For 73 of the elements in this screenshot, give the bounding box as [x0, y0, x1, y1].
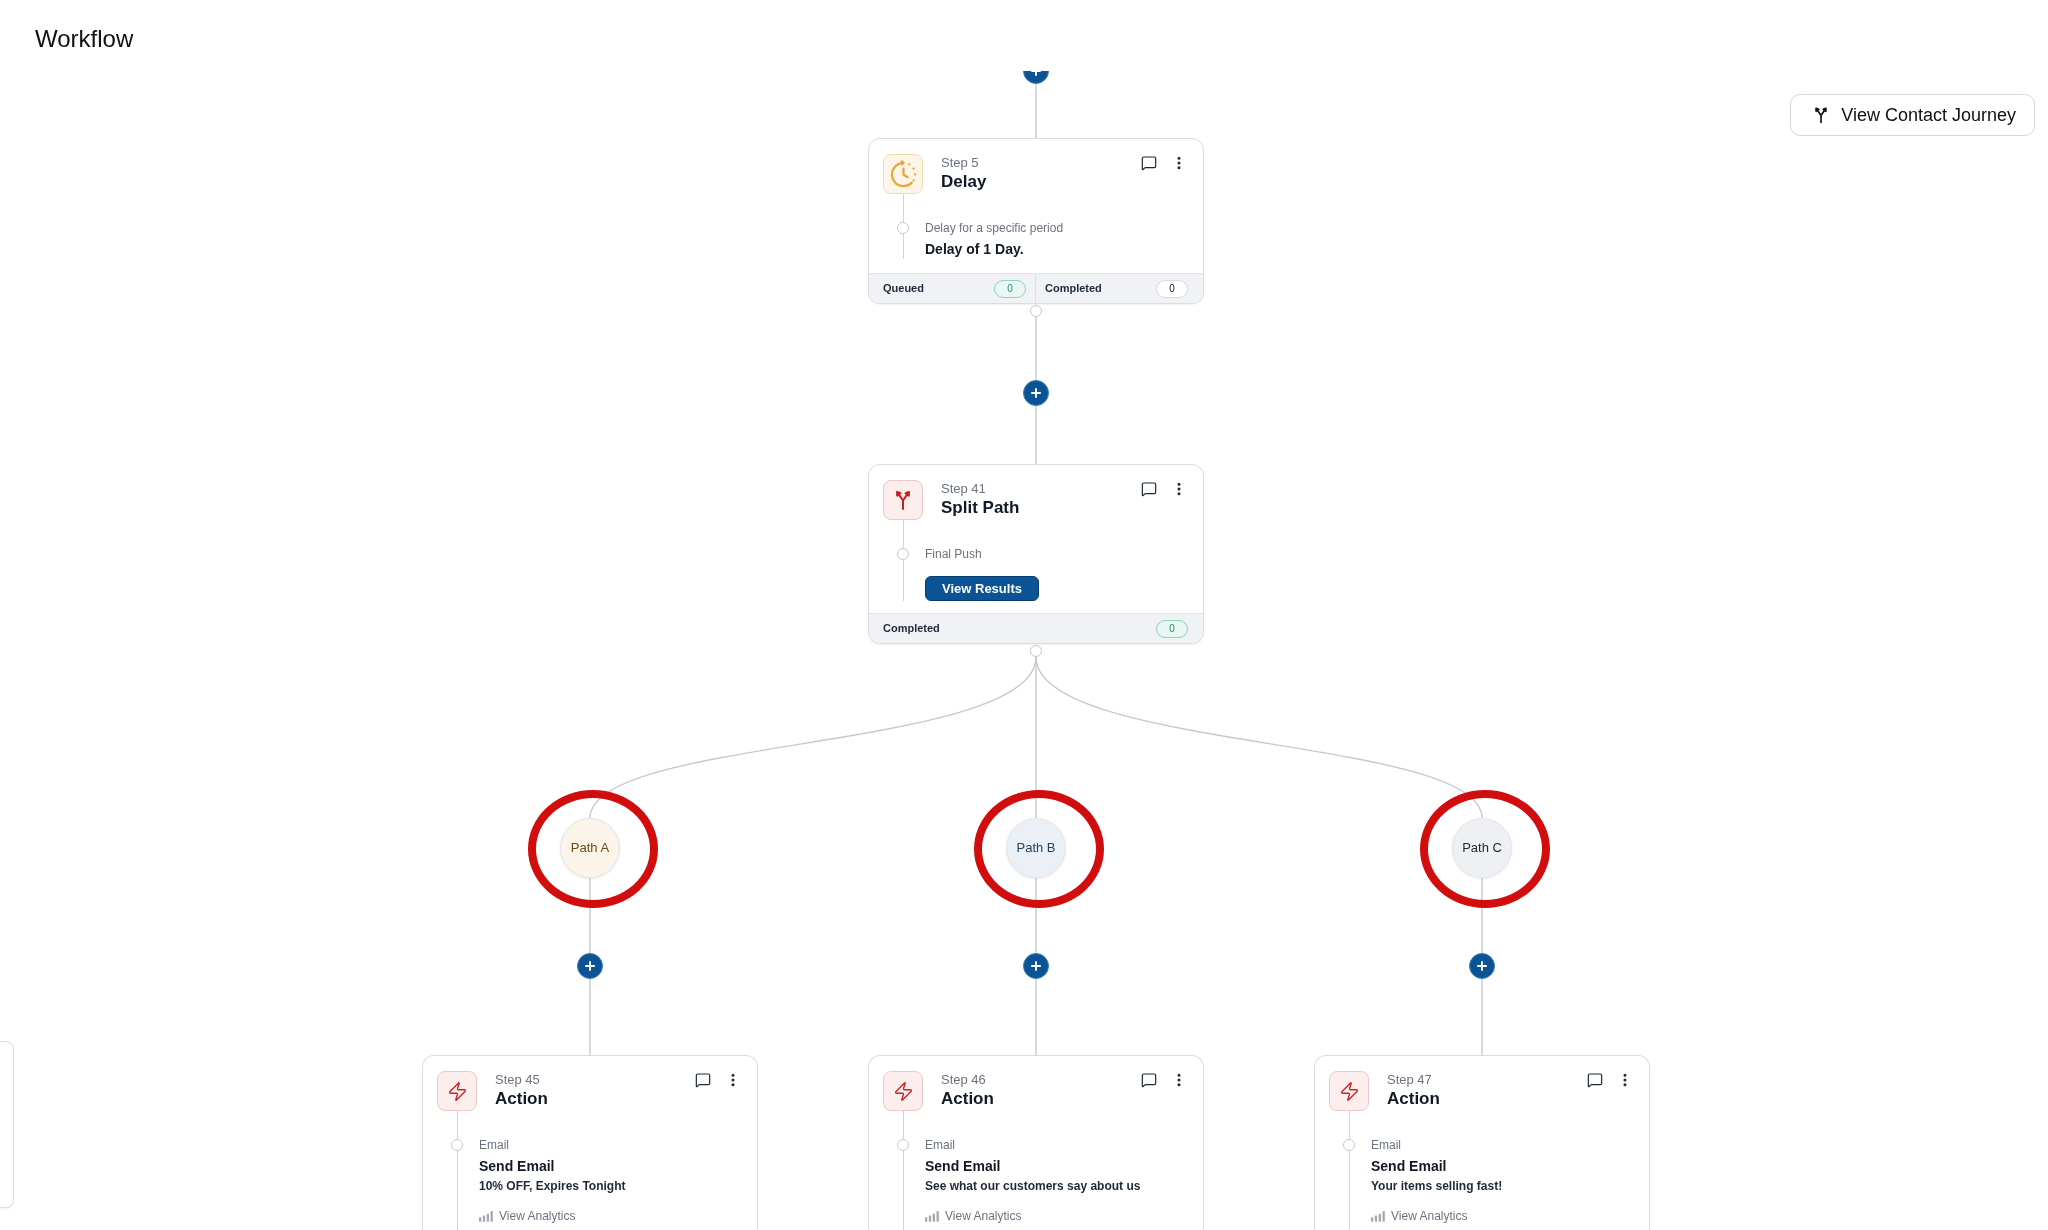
step-caption: Final Push	[925, 546, 982, 562]
view-analytics-link[interactable]: View Analytics	[479, 1208, 576, 1224]
view-analytics-link[interactable]: View Analytics	[925, 1208, 1022, 1224]
step-caption: Email	[1371, 1137, 1401, 1153]
step-card[interactable]: Step 46 Action Email Send Email See what our customers say about us View Analytics	[868, 1055, 1204, 1230]
step-title: Action	[941, 1088, 994, 1110]
comment-icon[interactable]	[695, 1072, 711, 1088]
ring-icon	[1030, 305, 1042, 317]
step-number: Step 46	[941, 1072, 986, 1088]
step-detail: Send Email	[479, 1157, 555, 1176]
ring-icon	[897, 1139, 909, 1151]
bar-chart-icon	[925, 1210, 939, 1222]
step-caption: Email	[479, 1137, 509, 1153]
counter-label: Completed	[1045, 281, 1102, 297]
step-detail: Send Email	[925, 1157, 1001, 1176]
count-badge: 0	[1156, 279, 1188, 298]
lightning-icon	[883, 1071, 923, 1111]
step-number: Step 41	[941, 481, 986, 497]
count-badge: 0	[1156, 619, 1188, 638]
ring-icon	[1030, 645, 1042, 657]
view-results-button[interactable]: View Results	[925, 576, 1039, 601]
comment-icon[interactable]	[1141, 155, 1157, 171]
ring-icon	[1343, 1139, 1355, 1151]
step-number: Step 5	[941, 155, 979, 171]
email-subject: Your items selling fast!	[1371, 1178, 1503, 1194]
bar-chart-icon	[1371, 1210, 1385, 1222]
lightning-icon	[1329, 1071, 1369, 1111]
split-arrows-icon	[883, 480, 923, 520]
connector-line	[1035, 316, 1037, 381]
view-contact-journey-button[interactable]: View Contact Journey	[1790, 94, 2035, 136]
counter-label: Queued	[883, 281, 924, 297]
connector-line	[1035, 405, 1037, 465]
view-analytics-link[interactable]: View Analytics	[1371, 1208, 1468, 1224]
step-detail: Send Email	[1371, 1157, 1447, 1176]
comment-icon[interactable]	[1141, 481, 1157, 497]
ring-icon	[897, 222, 909, 234]
step-card[interactable]: Step 5 Delay Delay for a specific period Delay of 1 Day. Queued 0 Completed 0	[868, 138, 1204, 304]
email-subject: See what our customers say about us	[925, 1178, 1141, 1194]
path-node[interactable]: Path C	[1452, 818, 1512, 878]
plus-icon	[1475, 959, 1489, 973]
step-title: Split Path	[941, 497, 1020, 519]
step-caption: Email	[925, 1137, 955, 1153]
ring-icon	[451, 1139, 463, 1151]
step-caption: Delay for a specific period	[925, 220, 1064, 236]
step-card[interactable]: Step 41 Split Path Final Push View Results Completed 0	[868, 464, 1204, 644]
step-card[interactable]: Step 47 Action Email Send Email Your items selling fast! View Analytics	[1314, 1055, 1650, 1230]
step-number: Step 45	[495, 1072, 540, 1088]
step-card[interactable]: Step 45 Action Email Send Email 10% OFF, Expires Tonight View Analytics	[422, 1055, 758, 1230]
step-title: Action	[495, 1088, 548, 1110]
add-step-button[interactable]	[1023, 953, 1049, 979]
bar-chart-icon	[479, 1210, 493, 1222]
email-subject: 10% OFF, Expires Tonight	[479, 1178, 626, 1194]
lightning-icon	[437, 1071, 477, 1111]
add-step-button[interactable]	[1023, 380, 1049, 406]
count-badge: 0	[994, 279, 1026, 298]
path-node[interactable]: Path B	[1006, 818, 1066, 878]
comment-icon[interactable]	[1587, 1072, 1603, 1088]
step-title: Delay	[941, 171, 987, 193]
plus-icon	[1029, 386, 1043, 400]
step-detail: Delay of 1 Day.	[925, 240, 1024, 259]
ring-icon	[897, 548, 909, 560]
counter-label: Completed	[883, 621, 940, 637]
path-node[interactable]: Path A	[560, 818, 620, 878]
plus-icon	[583, 959, 597, 973]
plus-icon	[1029, 959, 1043, 973]
step-title: Action	[1387, 1088, 1440, 1110]
clock-icon	[883, 154, 923, 194]
add-step-button[interactable]	[1469, 953, 1495, 979]
step-number: Step 47	[1387, 1072, 1432, 1088]
connector-line	[1035, 83, 1037, 139]
add-step-button[interactable]	[577, 953, 603, 979]
page-title: Workflow	[35, 24, 134, 54]
comment-icon[interactable]	[1141, 1072, 1157, 1088]
